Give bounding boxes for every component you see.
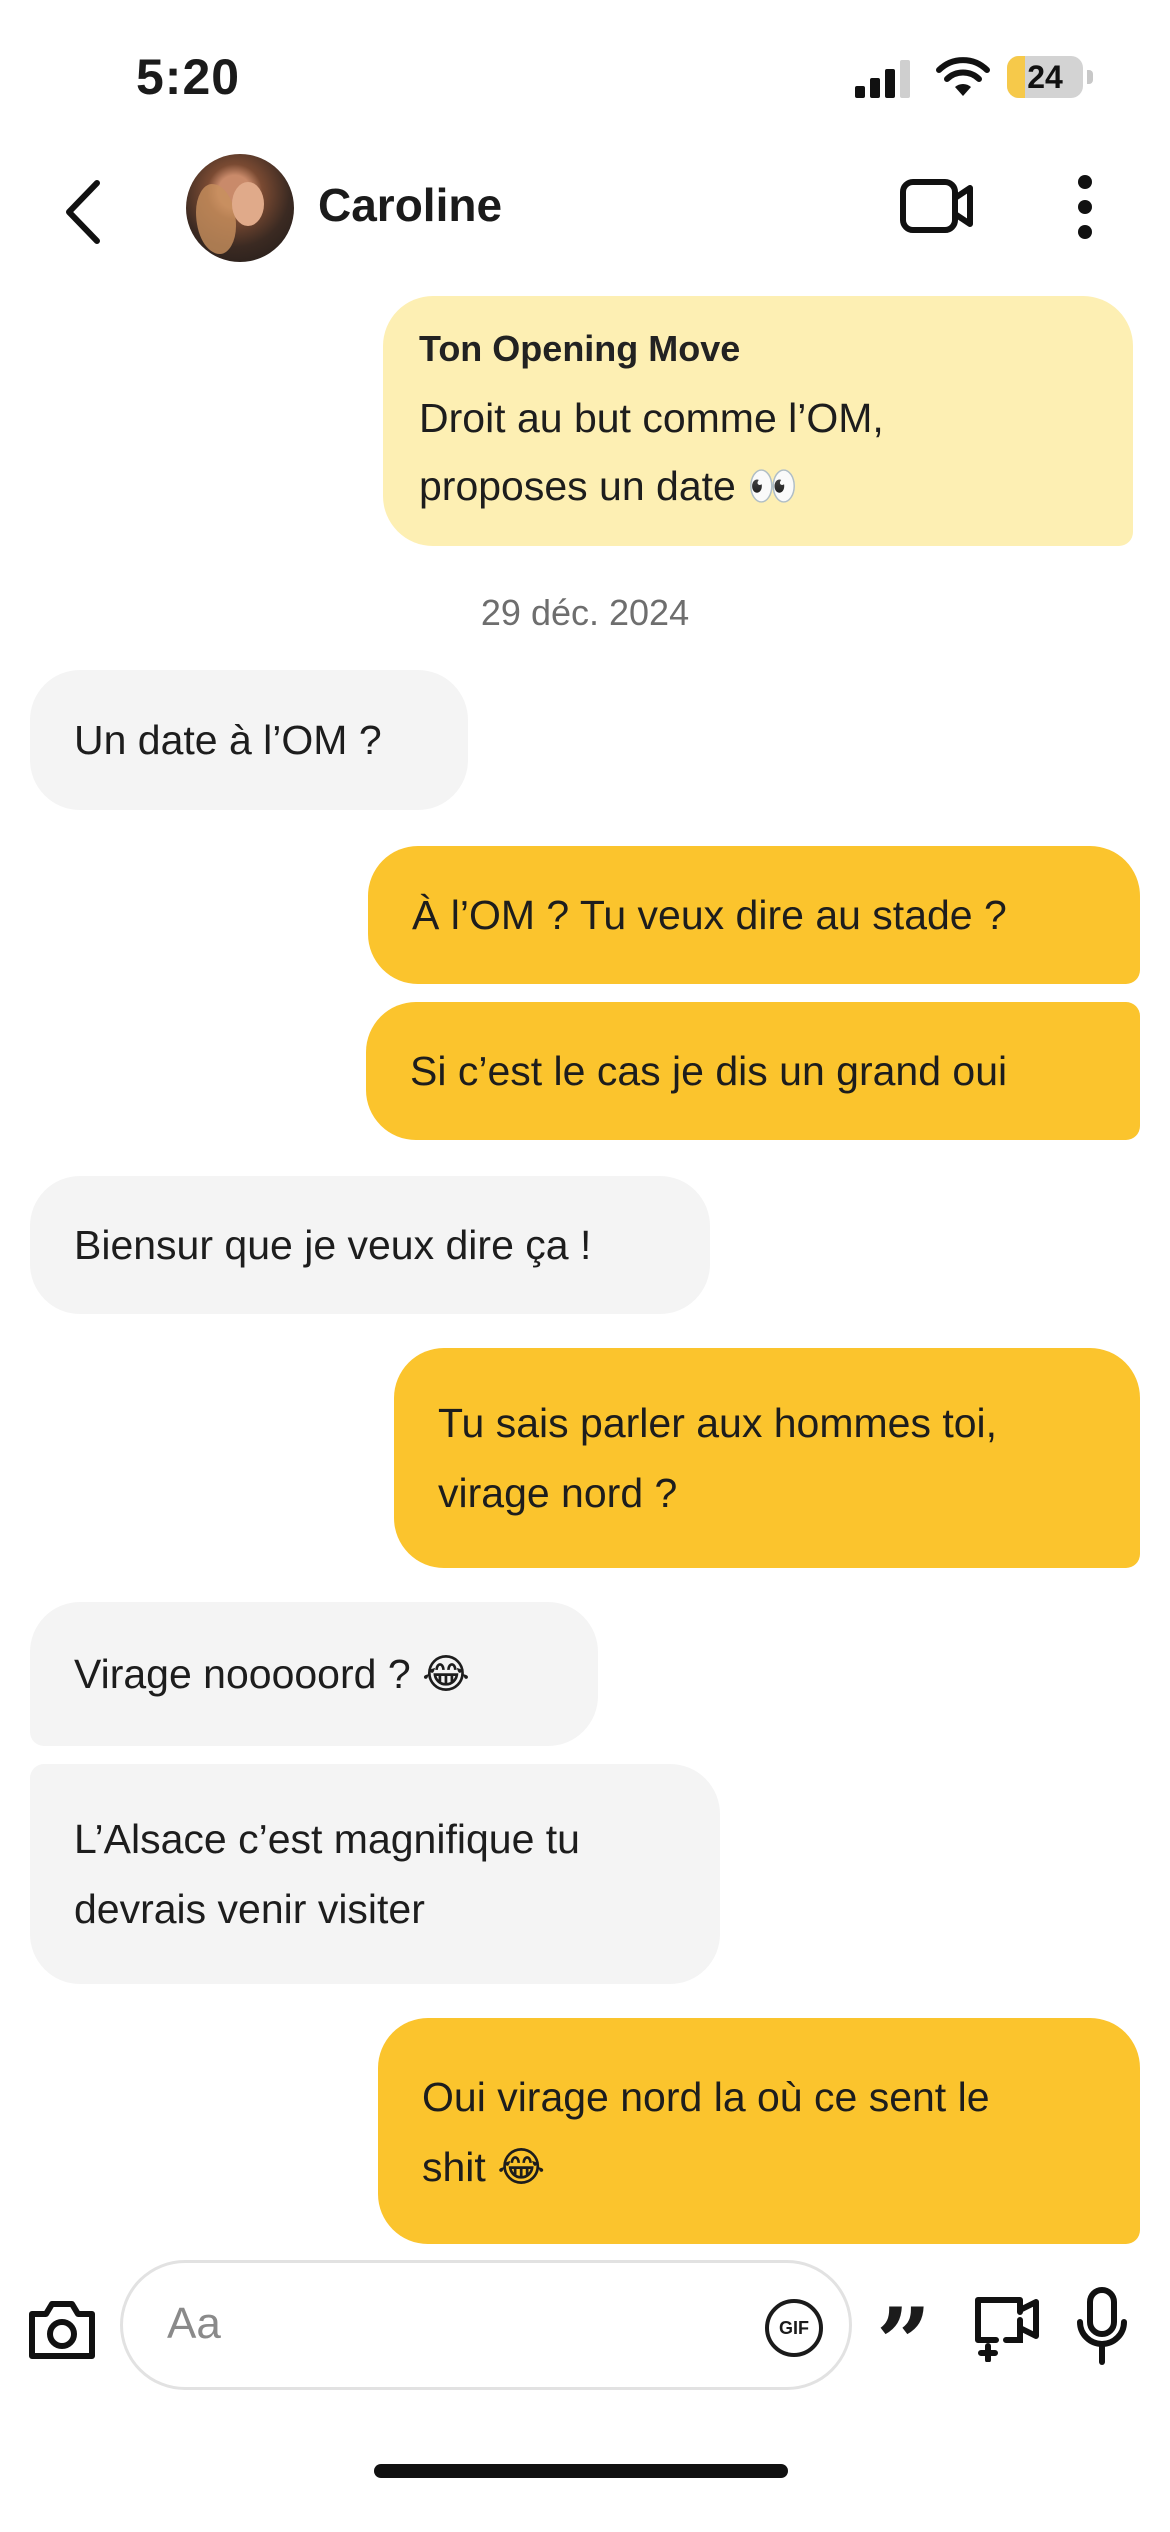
message-bubble-outgoing[interactable]: Oui virage nord la où ce sent le shit 😂 — [378, 2018, 1140, 2244]
message-bubble-incoming[interactable]: Biensur que je veux dire ça ! — [30, 1176, 710, 1314]
message-bubble-incoming[interactable]: L’Alsace c’est magnifique tu devrais ven… — [30, 1764, 720, 1984]
gif-button[interactable]: GIF — [765, 2299, 823, 2357]
message-text-line: Oui virage nord la où ce sent le — [422, 2074, 990, 2120]
microphone-icon[interactable] — [1074, 2286, 1130, 2366]
video-message-icon[interactable] — [970, 2290, 1042, 2362]
battery-icon: 24 — [1007, 56, 1093, 98]
status-bar: 5:20 24 — [0, 0, 1170, 150]
message-text: Biensur que je veux dire ça ! — [74, 1222, 592, 1268]
message-text-line: Tu sais parler aux hommes toi, — [438, 1400, 998, 1446]
message-bubble-outgoing[interactable]: Tu sais parler aux hommes toi, virage no… — [394, 1348, 1140, 1568]
status-time: 5:20 — [136, 49, 241, 105]
message-text-line: devrais venir visiter — [74, 1886, 425, 1932]
opening-move-title: Ton Opening Move — [419, 328, 741, 369]
back-button[interactable] — [48, 172, 118, 252]
contact-name[interactable]: Caroline — [318, 178, 502, 232]
message-bubble-incoming[interactable]: Virage nooooord ? 😂 — [30, 1602, 598, 1746]
message-input[interactable]: Aa GIF — [120, 2260, 852, 2390]
chat-header: Caroline — [0, 150, 1170, 280]
chevron-left-icon — [66, 180, 100, 244]
message-text: À l’OM ? Tu veux dire au stade ? — [412, 892, 1007, 938]
opening-move-line-1: Droit au but comme l’OM, — [419, 395, 884, 441]
message-text: Virage nooooord ? 😂 — [74, 1651, 470, 1697]
battery-level: 24 — [1027, 59, 1063, 95]
quote-icon[interactable]: ” — [876, 2294, 950, 2394]
message-text: Si c’est le cas je dis un grand oui — [410, 1048, 1008, 1094]
opening-move-card: Ton Opening Move Droit au but comme l’OM… — [383, 296, 1133, 546]
opening-move-line-2: proposes un date 👀 — [419, 463, 799, 509]
date-separator: 29 déc. 2024 — [480, 592, 690, 633]
message-bubble-outgoing[interactable]: Si c’est le cas je dis un grand oui — [366, 1002, 1140, 1140]
message-text-line: virage nord ? — [438, 1470, 678, 1516]
camera-icon[interactable] — [26, 2296, 98, 2362]
message-text: Un date à l’OM ? — [74, 717, 382, 763]
message-composer: Aa GIF ” — [0, 2260, 1170, 2400]
message-text-line: L’Alsace c’est magnifique tu — [74, 1816, 580, 1862]
message-text-line: shit 😂 — [422, 2144, 546, 2190]
home-indicator[interactable] — [374, 2464, 788, 2478]
message-bubble-incoming[interactable]: Un date à l’OM ? — [30, 670, 468, 810]
wifi-icon — [936, 57, 990, 96]
contact-avatar[interactable] — [186, 154, 294, 262]
more-options-icon[interactable] — [1060, 172, 1110, 242]
video-call-button[interactable] — [900, 176, 974, 236]
message-input-placeholder: Aa — [167, 2299, 221, 2348]
cellular-signal-icon — [855, 60, 910, 98]
message-bubble-outgoing[interactable]: À l’OM ? Tu veux dire au stade ? — [368, 846, 1140, 984]
